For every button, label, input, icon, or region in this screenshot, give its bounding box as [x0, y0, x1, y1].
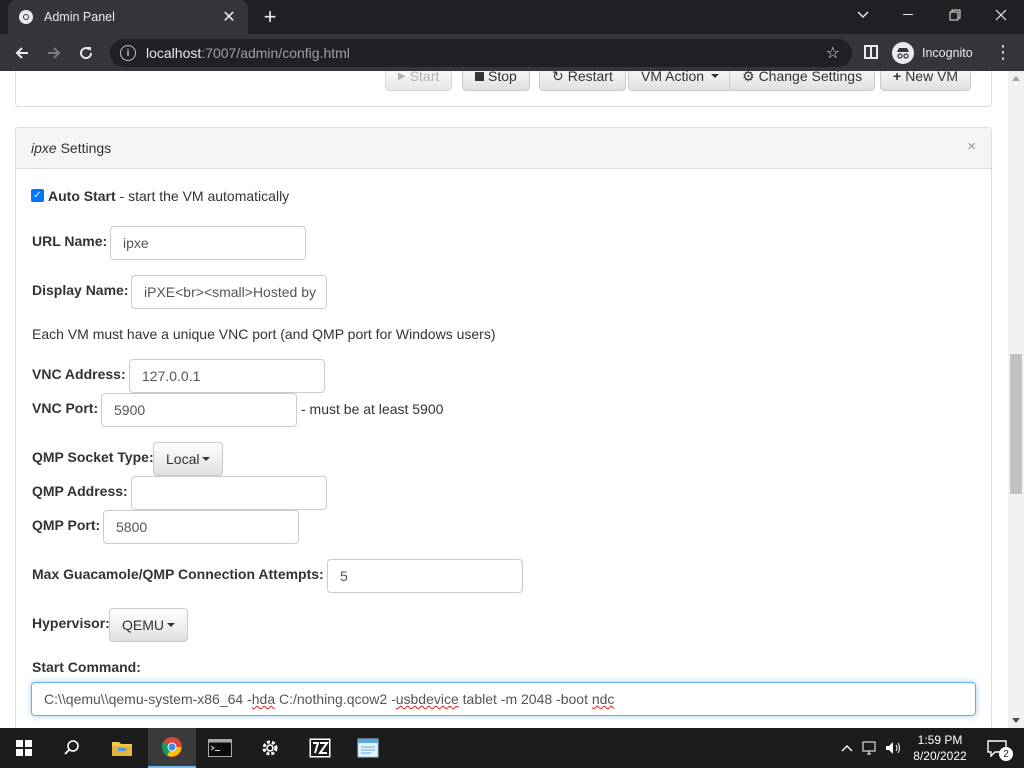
browser-tab-strip: Admin Panel ✕ +: [0, 0, 1024, 34]
url-host: localhost: [146, 45, 202, 61]
chrome-favicon-icon: [18, 9, 34, 25]
clock-date: 8/20/2022: [913, 749, 967, 763]
caret-down-icon: [711, 74, 720, 78]
qmp-port-label: QMP Port:: [32, 517, 101, 533]
scroll-up-icon[interactable]: [1012, 76, 1020, 81]
vnc-port-label: VNC Port:: [32, 400, 99, 416]
cog-icon: ⚙: [742, 71, 755, 84]
qmp-address-input[interactable]: [131, 476, 327, 510]
incognito-badge[interactable]: Incognito: [892, 41, 973, 65]
info-icon[interactable]: i: [120, 45, 136, 61]
start-command-text: C:\\qemu\\qemu-system-x86_64 -hda C:/not…: [44, 691, 615, 707]
vnc-port-input[interactable]: 5900: [101, 393, 297, 427]
maximize-icon[interactable]: [932, 0, 978, 30]
vnc-port-hint: - must be at least 5900: [301, 401, 444, 417]
refresh-icon: ↻: [552, 71, 564, 84]
auto-start-row: Auto Start - start the VM automatically: [48, 188, 289, 204]
hypervisor-dropdown[interactable]: QEMU: [109, 608, 188, 642]
close-icon[interactable]: ×: [967, 138, 976, 155]
qmp-socket-type-label: QMP Socket Type:: [32, 449, 154, 465]
vm-actions-card: ▶ Start Stop ↻ Restart VM Action ⚙ Chang…: [15, 71, 992, 107]
7zip-icon[interactable]: [296, 728, 344, 768]
notepad-icon[interactable]: [344, 728, 392, 768]
panel-heading: ipxe Settings ×: [16, 128, 991, 169]
page-scrollbar[interactable]: [1008, 71, 1024, 728]
incognito-icon: [892, 42, 914, 64]
minimize-icon[interactable]: [886, 0, 932, 30]
url-path: :7007/admin/config.html: [201, 45, 350, 61]
system-clock[interactable]: 1:59 PM 8/20/2022: [906, 732, 974, 764]
notification-icon[interactable]: 2: [982, 728, 1013, 768]
vnc-address-label: VNC Address:: [32, 366, 126, 382]
hypervisor-label: Hypervisor:: [32, 615, 110, 631]
reload-icon[interactable]: [73, 40, 99, 66]
new-vm-button[interactable]: + New VM: [880, 71, 972, 91]
vnc-note: Each VM must have a unique VNC port (and…: [32, 326, 496, 342]
vm-name: ipxe: [31, 140, 57, 156]
chrome-icon[interactable]: [148, 728, 196, 768]
network-icon[interactable]: [862, 728, 880, 768]
notification-count: 2: [999, 747, 1013, 761]
max-attempts-label: Max Guacamole/QMP Connection Attempts:: [32, 566, 324, 582]
chevron-down-icon[interactable]: [840, 0, 886, 30]
search-icon[interactable]: [48, 728, 96, 768]
terminal-icon[interactable]: [196, 728, 244, 768]
address-bar[interactable]: i localhost:7007/admin/config.html ☆: [110, 39, 852, 67]
auto-start-desc: - start the VM automatically: [115, 188, 290, 204]
url-name-label: URL Name:: [32, 233, 108, 249]
start-command-label: Start Command:: [32, 659, 141, 675]
windows-taskbar: 1:59 PM 8/20/2022 2: [0, 728, 1024, 768]
caret-down-icon: [167, 623, 175, 627]
close-window-icon[interactable]: [978, 0, 1024, 30]
url-name-input[interactable]: ipxe: [110, 226, 306, 260]
panel-title: Settings: [56, 140, 112, 156]
side-panel-icon[interactable]: [864, 45, 878, 59]
vnc-address-input[interactable]: 127.0.0.1: [129, 359, 325, 393]
auto-start-label: Auto Start: [48, 188, 116, 204]
browser-toolbar: i localhost:7007/admin/config.html ☆ Inc…: [0, 34, 1024, 71]
max-attempts-input[interactable]: 5: [327, 559, 523, 593]
qmp-address-label: QMP Address:: [32, 483, 128, 499]
auto-start-checkbox[interactable]: ✓: [31, 189, 44, 202]
change-settings-button[interactable]: ⚙ Change Settings: [729, 71, 876, 91]
stop-icon: [475, 71, 484, 81]
qmp-socket-type-dropdown[interactable]: Local: [153, 442, 224, 476]
plus-icon: +: [893, 71, 902, 84]
vm-action-dropdown[interactable]: VM Action: [628, 71, 733, 91]
restart-button[interactable]: ↻ Restart: [539, 71, 626, 91]
settings-icon[interactable]: [246, 728, 294, 768]
chevron-up-icon[interactable]: [840, 728, 854, 768]
star-icon[interactable]: ☆: [826, 43, 840, 63]
close-tab-icon[interactable]: ✕: [220, 8, 238, 26]
start-command-input[interactable]: C:\\qemu\\qemu-system-x86_64 -hda C:/not…: [31, 682, 976, 716]
new-tab-icon[interactable]: +: [258, 4, 282, 29]
profile-label: Incognito: [922, 46, 973, 60]
file-explorer-icon[interactable]: [98, 728, 146, 768]
forward-icon[interactable]: [41, 40, 67, 66]
menu-icon[interactable]: ⋮: [994, 42, 1012, 63]
back-icon[interactable]: [9, 40, 35, 66]
browser-tab[interactable]: Admin Panel ✕: [8, 0, 248, 34]
stop-button[interactable]: Stop: [462, 71, 530, 91]
qmp-port-input[interactable]: 5800: [103, 510, 299, 544]
page-viewport: ▶ Start Stop ↻ Restart VM Action ⚙ Chang…: [0, 71, 1008, 728]
volume-icon[interactable]: [884, 728, 902, 768]
caret-down-icon: [202, 457, 211, 461]
scroll-thumb[interactable]: [1010, 354, 1022, 494]
scroll-down-icon[interactable]: [1012, 718, 1020, 723]
windows-start-icon[interactable]: [0, 728, 48, 768]
play-icon: ▶: [398, 71, 406, 82]
clock-time: 1:59 PM: [917, 733, 963, 747]
display-name-input[interactable]: iPXE<br><small>Hosted by: [131, 275, 327, 309]
start-button[interactable]: ▶ Start: [385, 71, 453, 91]
display-name-label: Display Name:: [32, 282, 129, 298]
tab-title: Admin Panel: [44, 10, 115, 24]
